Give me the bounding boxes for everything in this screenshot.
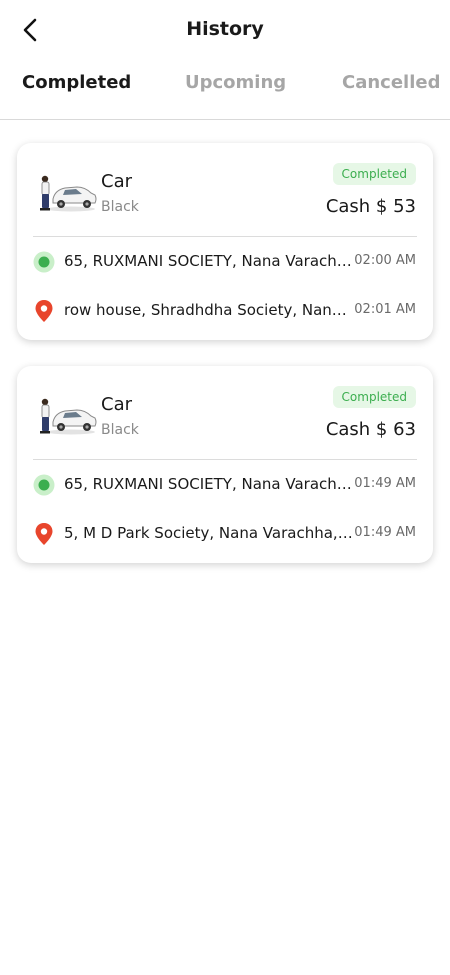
drop-row: 5, M D Park Society, Nana Varachha, Sura… — [33, 521, 416, 547]
card-divider — [33, 236, 417, 237]
location-pin-icon — [33, 522, 55, 546]
location-pin-icon — [33, 299, 55, 323]
history-tabs: Completed Upcoming Cancelled — [0, 72, 450, 104]
pickup-row: 65, RUXMANI SOCIETY, Nana Varachha, Sura… — [33, 249, 416, 275]
ride-card[interactable]: Car Black Completed Cash $ 63 65, RUXMAN… — [17, 366, 433, 563]
fare-amount: Cash $ 63 — [325, 419, 416, 440]
drop-row: row house, Shradhdha Society, Nana Varac… — [33, 298, 416, 324]
drop-time: 01:49 AM — [354, 525, 416, 540]
car-driver-icon — [37, 396, 99, 436]
pickup-dot-icon — [33, 473, 55, 497]
pickup-row: 65, RUXMANI SOCIETY, Nana Varachha, Sura… — [33, 472, 416, 498]
tab-completed[interactable]: Completed — [22, 72, 131, 93]
drop-address: row house, Shradhdha Society, Nana Varac… — [64, 301, 354, 319]
vehicle-color: Black — [101, 422, 139, 438]
pickup-time: 02:00 AM — [354, 253, 416, 268]
pickup-dot-icon — [33, 250, 55, 274]
card-divider — [33, 459, 417, 460]
vehicle-name: Car — [101, 394, 132, 415]
tab-cancelled[interactable]: Cancelled — [342, 72, 440, 93]
tabs-divider — [0, 119, 450, 120]
pickup-address: 65, RUXMANI SOCIETY, Nana Varachha, Sura… — [64, 252, 354, 270]
pickup-address: 65, RUXMANI SOCIETY, Nana Varachha, Sura… — [64, 475, 354, 493]
ride-card[interactable]: Car Black Completed Cash $ 53 65, RUXMAN… — [17, 143, 433, 340]
tab-upcoming[interactable]: Upcoming — [185, 72, 286, 93]
app-header: History — [0, 0, 450, 60]
page-title: History — [186, 18, 264, 40]
drop-address: 5, M D Park Society, Nana Varachha, Sura… — [64, 524, 354, 542]
fare-amount: Cash $ 53 — [325, 196, 416, 217]
vehicle-color: Black — [101, 199, 139, 215]
status-badge: Completed — [332, 386, 416, 408]
vehicle-name: Car — [101, 171, 132, 192]
pickup-time: 01:49 AM — [354, 476, 416, 491]
car-driver-icon — [37, 173, 99, 213]
drop-time: 02:01 AM — [354, 302, 416, 317]
status-badge: Completed — [332, 163, 416, 185]
